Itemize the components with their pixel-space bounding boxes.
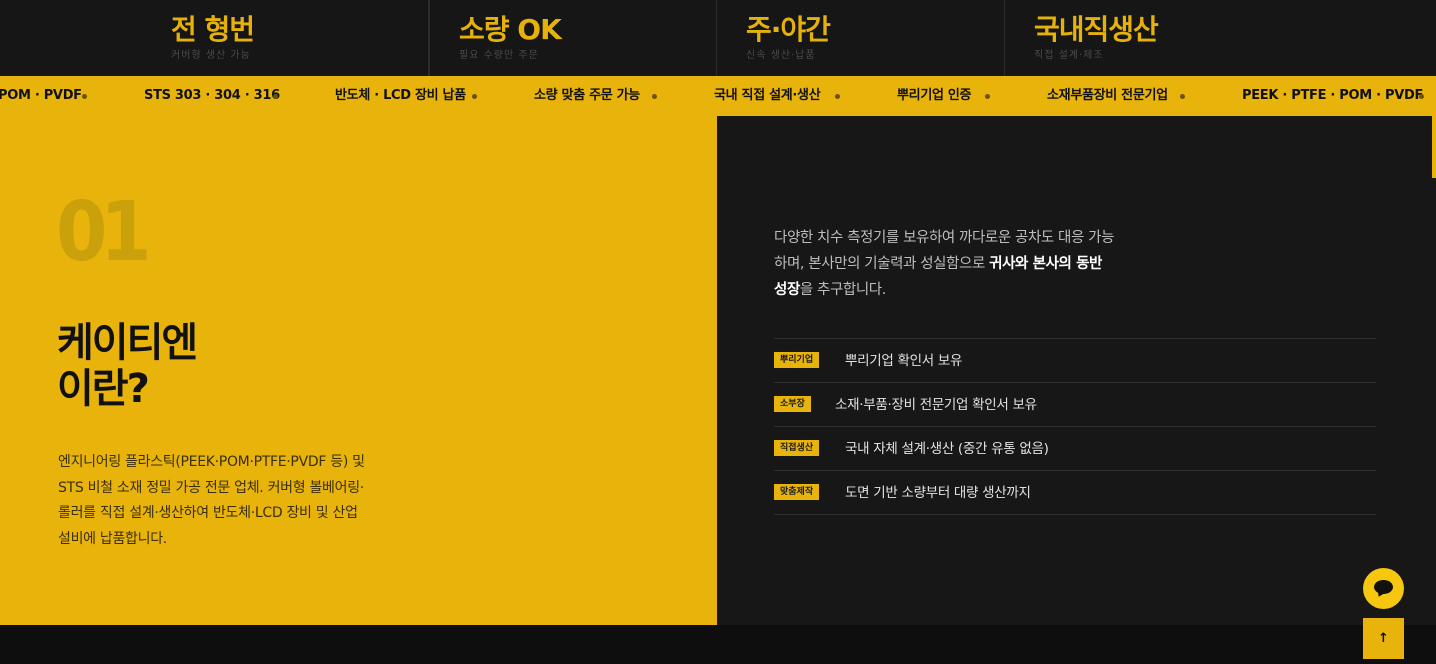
feature-list: 뿌리기업 뿌리기업 확인서 보유 소부장 소재·부품·장비 전문기업 확인서 보… [774,338,1376,515]
stat-subtitle: 신속 생산·납품 [746,50,816,61]
feature-tag: 직접생산 [774,440,820,456]
intro-text-part: 을 추구합니다. [799,282,886,298]
marquee-separator-dot [1180,94,1185,99]
feature-text: 뿌리기업 확인서 보유 [845,353,963,369]
marquee-item: 소량 맞춤 주문 가능 [534,88,640,103]
marquee-separator-dot [472,94,477,99]
marquee-separator-dot [273,94,278,99]
stats-strip: 전 형번 커버형 생산 가능 소량 OK 필요 수량만 주문 주·야간 신속 생… [0,0,1436,77]
next-section [0,625,1436,664]
section-title-line: 케이티엔 [57,320,198,366]
stat-title: 소량 OK [459,13,562,46]
marquee-item: STS 303 · 304 · 316 [144,88,280,103]
marquee-separator-dot [652,94,657,99]
feature-row: 뿌리기업 뿌리기업 확인서 보유 [774,339,1376,383]
stat-title: 전 형번 [171,13,255,46]
feature-tag: 맞춤제작 [774,484,820,500]
marquee-separator-dot [985,94,990,99]
company-description: 엔지니어링 플라스틱(PEEK·POM·PTFE·PVDF 등) 및 STS 비… [58,454,365,547]
marquee-separator-dot [1419,94,1424,99]
feature-tag: 소부장 [774,396,811,412]
stat-item: 전 형번 커버형 생산 가능 [141,0,429,76]
stat-item: 주·야간 신속 생산·납품 [717,0,1005,76]
feature-row: 소부장 소재·부품·장비 전문기업 확인서 보유 [774,383,1376,427]
stat-subtitle: 직접 설계·제조 [1034,50,1104,61]
stat-item: 소량 OK 필요 수량만 주문 [429,0,717,76]
section-number: 01 [56,185,152,280]
stat-item: 국내직생산 직접 설계·제조 [1005,0,1293,76]
accent-bar [1432,116,1436,178]
feature-text: 국내 자체 설계·생산 (중간 유통 없음) [845,441,1049,457]
intro-text: 다양한 치수 측정기를 보유하여 까다로운 공차도 대응 가능하며, 본사만의 … [774,225,1119,303]
marquee-item: 반도체 · LCD 장비 납품 [335,88,466,103]
marquee-item: PEEK · PTFE · POM · PVDF [1242,88,1424,103]
keyword-marquee: POM · PVDF STS 303 · 304 · 316 반도체 · LCD… [0,76,1436,116]
section-title-line: 이란? [57,366,150,412]
marquee-separator-dot [82,94,87,99]
marquee-item: POM · PVDF [0,88,82,103]
marquee-item: 국내 직접 설계·생산 [714,88,821,103]
stat-subtitle: 커버형 생산 가능 [171,50,251,61]
about-panel: 01 케이티엔 이란? 엔지니어링 플라스틱(PEEK·POM·PTFE·PVD… [0,116,717,625]
feature-row: 맞춤제작 도면 기반 소량부터 대량 생산까지 [774,471,1376,515]
section-title: 케이티엔 이란? [57,320,198,412]
chat-button[interactable] [1363,568,1404,609]
feature-tag: 뿌리기업 [774,352,820,368]
features-panel: 다양한 치수 측정기를 보유하여 까다로운 공차도 대응 가능하며, 본사만의 … [717,116,1436,625]
stat-title: 국내직생산 [1034,13,1159,46]
marquee-item: 뿌리기업 인증 [897,88,972,103]
feature-row: 직접생산 국내 자체 설계·생산 (중간 유통 없음) [774,427,1376,471]
stat-subtitle: 필요 수량만 주문 [459,50,539,61]
stat-title: 주·야간 [746,13,831,46]
scroll-top-button[interactable]: ↑ [1363,618,1404,659]
marquee-separator-dot [835,94,840,99]
marquee-item: 소재부품장비 전문기업 [1047,88,1168,103]
feature-text: 도면 기반 소량부터 대량 생산까지 [845,485,1031,501]
feature-text: 소재·부품·장비 전문기업 확인서 보유 [835,397,1037,413]
arrow-up-icon: ↑ [1378,631,1389,646]
